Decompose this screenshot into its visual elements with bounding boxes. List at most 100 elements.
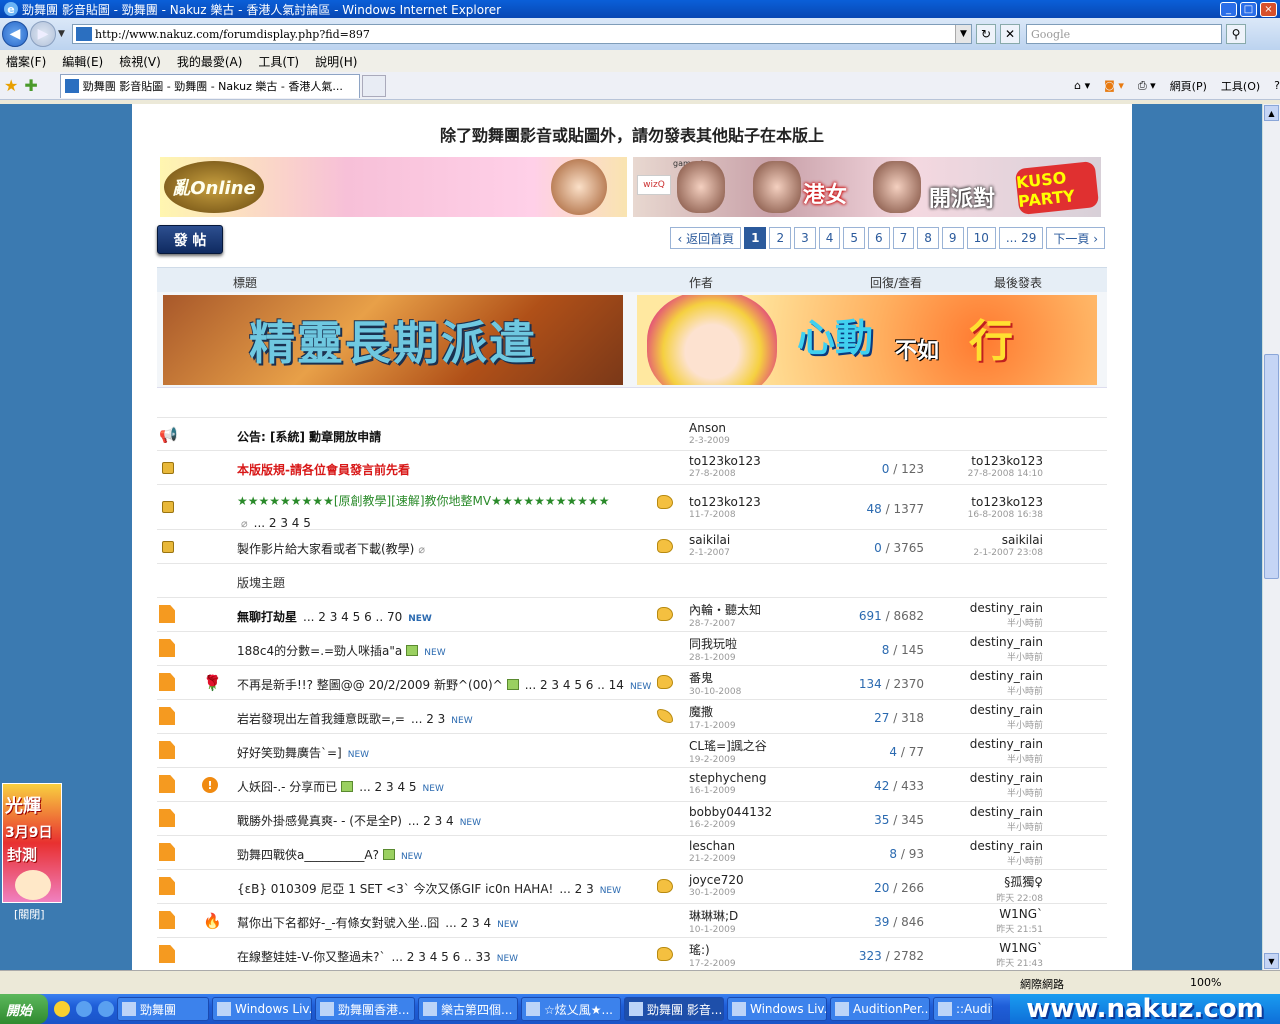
thread-author[interactable]: leschan 21-2-2009: [689, 839, 736, 864]
close-ad-link[interactable]: [關閉]: [14, 906, 45, 922]
search-icon[interactable]: ⚲: [1226, 24, 1246, 44]
thread-title[interactable]: 不再是新手!!? 整圖@@ 20/2/2009 新野^(00)^... 2 3 …: [237, 676, 657, 693]
browser-quicklaunch-icon[interactable]: [98, 1001, 114, 1017]
thread-pages[interactable]: ... 2 3 4 5: [254, 516, 311, 530]
thread-author[interactable]: 內輪・聽太知 28-7-2007: [689, 601, 761, 629]
home-icon[interactable]: ⌂ ▾: [1074, 79, 1090, 92]
scroll-thumb[interactable]: [1264, 354, 1279, 579]
menu-view[interactable]: 檢視(V): [119, 53, 161, 70]
forward-button[interactable]: ▶: [30, 21, 56, 47]
thread-pages[interactable]: ... 2 3 4: [445, 916, 491, 930]
scroll-down-icon[interactable]: ▼: [1264, 953, 1279, 969]
thread-author[interactable]: 琳琳琳;D 10-1-2009: [689, 907, 738, 935]
pager-page[interactable]: 8: [917, 227, 939, 249]
thread-title[interactable]: 本版版規-請各位會員發言前先看: [237, 461, 657, 478]
menu-file[interactable]: 檔案(F): [6, 53, 46, 70]
thread-author[interactable]: bobby044132 16-2-2009: [689, 805, 772, 830]
thread-title[interactable]: 幫你出下名都好-_-有條女對號入坐..囧... 2 3 4 NEW: [237, 914, 657, 931]
pager-page[interactable]: 9: [941, 227, 964, 249]
refresh-icon[interactable]: ↻: [976, 24, 996, 44]
thread-last-post[interactable]: to123ko123 27-8-2008 14:10: [968, 454, 1043, 479]
url-text[interactable]: http://www.nakuz.com/forumdisplay.php?fi…: [95, 28, 955, 41]
minimize-button[interactable]: _: [1220, 1, 1237, 17]
tab-current[interactable]: 勁舞團 影音貼圖 - 勁舞團 - Nakuz 樂古 - 香港人氣...: [59, 73, 360, 98]
menu-edit[interactable]: 編輯(E): [62, 53, 103, 70]
thread-last-post[interactable]: destiny_rain 半小時前: [970, 771, 1043, 799]
search-input[interactable]: Google: [1026, 24, 1222, 44]
vertical-scrollbar[interactable]: ▲ ▼: [1262, 104, 1280, 970]
thread-author[interactable]: stephycheng 16-1-2009: [689, 771, 766, 796]
url-field[interactable]: http://www.nakuz.com/forumdisplay.php?fi…: [72, 24, 972, 44]
messenger-icon[interactable]: [54, 1001, 70, 1017]
taskbar-item[interactable]: 樂古第四個...: [418, 997, 518, 1021]
new-post-button[interactable]: 發 帖: [157, 225, 223, 254]
thread-last-post[interactable]: to123ko123 16-8-2008 16:38: [968, 495, 1043, 520]
maximize-button[interactable]: □: [1240, 1, 1257, 17]
thread-author[interactable]: to123ko123 27-8-2008: [689, 454, 761, 479]
menu-help[interactable]: 說明(H): [315, 53, 357, 70]
thread-title[interactable]: 岩岩發現出左首我鍾意既歌=,=... 2 3 NEW: [237, 710, 657, 727]
back-button[interactable]: ◀: [2, 21, 28, 47]
menu-favorites[interactable]: 我的最愛(A): [177, 53, 243, 70]
pager-page[interactable]: 5: [843, 227, 865, 249]
help-icon[interactable]: ?: [1274, 79, 1280, 92]
ie-quicklaunch-icon[interactable]: [76, 1001, 92, 1017]
thread-last-post[interactable]: destiny_rain 半小時前: [970, 839, 1043, 867]
thread-author[interactable]: saikilai 2-1-2007: [689, 533, 730, 558]
thread-last-post[interactable]: destiny_rain 半小時前: [970, 805, 1043, 833]
thread-last-post[interactable]: W1NG` 昨天 21:43: [996, 941, 1043, 969]
banner-online-game[interactable]: 亂Online: [160, 157, 627, 217]
taskbar-item[interactable]: 勁舞團: [117, 997, 209, 1021]
thread-last-post[interactable]: saikilai 2-1-2007 23:08: [973, 533, 1043, 558]
new-tab-button[interactable]: [361, 74, 386, 97]
add-favorite-icon[interactable]: ✚: [24, 76, 37, 95]
thread-author[interactable]: 魔撒 17-1-2009: [689, 703, 736, 731]
menu-tools[interactable]: 工具(T): [258, 53, 299, 70]
pager-page[interactable]: 7: [892, 227, 915, 249]
print-icon[interactable]: ⎙ ▾: [1138, 79, 1156, 93]
thread-title[interactable]: {εВ} 010309 尼亞 1 SET <3` 今次又係GIF ic0n HA…: [237, 880, 657, 897]
pager-page[interactable]: 10: [966, 227, 996, 249]
favorites-star-icon[interactable]: ★: [4, 76, 18, 95]
thread-author[interactable]: 同我玩啦 28-1-2009: [689, 635, 737, 663]
pager-page[interactable]: 1: [744, 227, 767, 249]
scroll-up-icon[interactable]: ▲: [1264, 105, 1279, 121]
taskbar-item[interactable]: ::Auditi...: [933, 997, 993, 1021]
taskbar-item[interactable]: AuditionPer...: [830, 997, 930, 1021]
taskbar-item[interactable]: Windows Liv...: [212, 997, 312, 1021]
zoom-level[interactable]: 100%: [1190, 976, 1221, 989]
start-button[interactable]: 開始: [0, 994, 48, 1024]
taskbar-item[interactable]: Windows Liv...: [727, 997, 827, 1021]
pager-page[interactable]: 2: [769, 227, 792, 249]
thread-author[interactable]: joyce720 30-1-2009: [689, 873, 744, 898]
thread-last-post[interactable]: destiny_rain 半小時前: [970, 635, 1043, 663]
taskbar-item[interactable]: 勁舞團香港...: [315, 997, 415, 1021]
thread-title[interactable]: 人妖囧-.- 分享而已... 2 3 4 5 NEW: [237, 778, 657, 795]
tools-menu[interactable]: 工具(O): [1221, 78, 1260, 94]
thread-pages[interactable]: ... 2 3 4 5 6 .. 70: [303, 610, 402, 624]
thread-author[interactable]: CL瑤=]諷之谷 19-2-2009: [689, 737, 767, 765]
page-menu[interactable]: 網頁(P): [1170, 78, 1207, 94]
thread-author[interactable]: 瑤:) 17-2-2009: [689, 941, 736, 969]
ad-heart-move[interactable]: 心動 不如 行: [637, 295, 1097, 385]
feeds-icon[interactable]: ◙ ▾: [1104, 79, 1124, 92]
ad-elf-dispatch[interactable]: 精靈長期派遣: [163, 295, 623, 385]
thread-title[interactable]: 188c4的分數=.=勁人咪插a"a NEW: [237, 642, 657, 659]
thread-title[interactable]: ★★★★★★★★★[原創教學][速解]教你地整MV★★★★★★★★★★★ ⌀...…: [237, 490, 657, 535]
banner-kuso-party[interactable]: gamania wizQ 港女 開派對 KUSO PARTY: [633, 157, 1101, 217]
thread-title[interactable]: 好好笑勁舞廣告`=] NEW: [237, 744, 657, 761]
url-dropdown-icon[interactable]: ▼: [955, 25, 971, 43]
thread-pages[interactable]: ... 2 3 4 5 6 .. 14: [525, 678, 624, 692]
thread-title[interactable]: 在線整娃娃-V-你又整過未?`... 2 3 4 5 6 .. 33 NEW: [237, 948, 657, 965]
thread-pages[interactable]: ... 2 3 4 5: [359, 780, 416, 794]
thread-last-post[interactable]: destiny_rain 半小時前: [970, 737, 1043, 765]
pager-page[interactable]: ... 29: [998, 227, 1044, 249]
thread-author[interactable]: Anson 2-3-2009: [689, 421, 730, 446]
thread-last-post[interactable]: destiny_rain 半小時前: [970, 601, 1043, 629]
thread-pages[interactable]: ... 2 3 4 5 6 .. 33: [392, 950, 491, 964]
close-button[interactable]: ×: [1260, 1, 1277, 17]
thread-last-post[interactable]: §孤獨♀ 昨天 22:08: [996, 873, 1043, 904]
thread-title[interactable]: 勁舞四戰俠a__________A? NEW: [237, 846, 657, 863]
thread-author[interactable]: to123ko123 11-7-2008: [689, 495, 761, 520]
thread-title[interactable]: 製作影片給大家看或者下載(教學) ⌀: [237, 540, 657, 557]
